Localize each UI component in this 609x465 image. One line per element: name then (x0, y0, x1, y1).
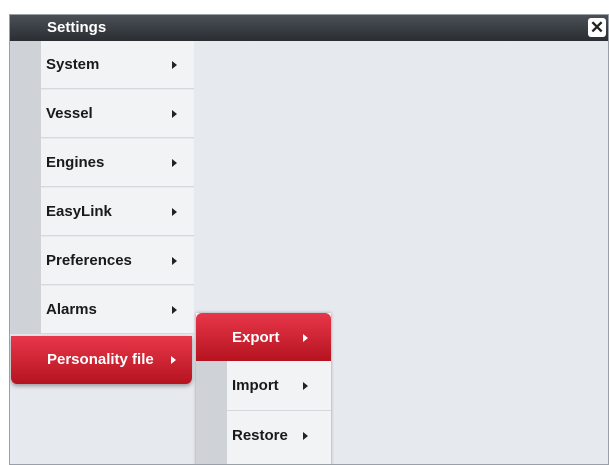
submenu-item-label: Export (232, 329, 280, 346)
menu-item-vessel[interactable]: Vessel (41, 90, 194, 138)
menu-item-engines[interactable]: Engines (41, 139, 194, 187)
chevron-right-icon (172, 61, 177, 69)
settings-window: Settings ✕ System Vessel Engines EasyLin… (9, 14, 609, 465)
menu-item-label: System (46, 56, 100, 73)
menu-item-label: Alarms (46, 301, 97, 318)
menu-left-strip (10, 41, 41, 334)
chevron-right-icon (171, 356, 176, 364)
chevron-right-icon (303, 334, 308, 342)
menu-item-easylink[interactable]: EasyLink (41, 188, 194, 236)
menu-item-label: Personality file (47, 351, 154, 368)
submenu-item-export[interactable]: Export (196, 313, 331, 361)
menu-item-label: Preferences (46, 252, 132, 269)
menu-item-alarms[interactable]: Alarms (41, 286, 194, 334)
menu-item-preferences[interactable]: Preferences (41, 237, 194, 285)
submenu-item-label: Import (232, 377, 279, 394)
menu-item-system[interactable]: System (41, 41, 194, 89)
menu-item-personality-file[interactable]: Personality file (11, 336, 192, 384)
window-title: Settings (47, 19, 107, 36)
personality-file-submenu: Export Import Restore (196, 313, 331, 464)
close-icon: ✕ (589, 18, 605, 37)
close-button[interactable]: ✕ (588, 18, 606, 37)
menu-item-label: EasyLink (46, 203, 112, 220)
chevron-right-icon (172, 306, 177, 314)
chevron-right-icon (172, 110, 177, 118)
submenu-left-strip (196, 361, 227, 464)
chevron-right-icon (172, 208, 177, 216)
menu-item-label: Engines (46, 154, 105, 171)
chevron-right-icon (303, 432, 308, 440)
title-bar: Settings ✕ (10, 15, 608, 41)
chevron-right-icon (172, 257, 177, 265)
submenu-item-import[interactable]: Import (227, 361, 331, 411)
menu-item-label: Vessel (46, 105, 93, 122)
submenu-item-restore[interactable]: Restore (227, 411, 331, 461)
chevron-right-icon (303, 382, 308, 390)
chevron-right-icon (172, 159, 177, 167)
submenu-item-label: Restore (232, 427, 288, 444)
